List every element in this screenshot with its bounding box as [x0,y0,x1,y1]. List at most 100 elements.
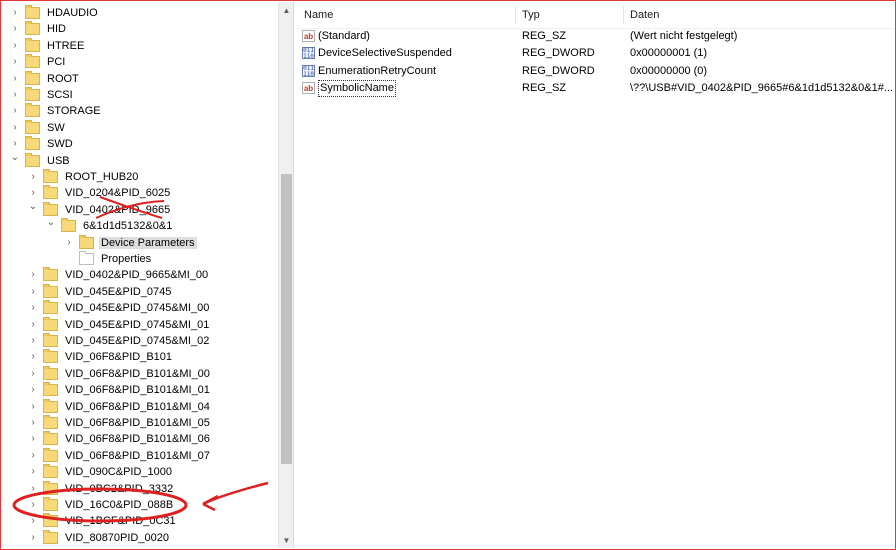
chevron-right-icon[interactable]: › [10,71,20,87]
column-header-type[interactable]: Typ [515,2,626,28]
chevron-right-icon[interactable]: › [28,169,38,185]
values-header: Name Typ Daten [297,2,894,29]
folder-icon [25,37,40,52]
column-header-data[interactable]: Daten [623,2,890,28]
tree-item[interactable]: › ROOT [10,70,81,87]
tree-item-label: Properties [101,253,152,265]
tree-item[interactable]: ⌄ USB [10,152,72,169]
tree-item[interactable]: › VID_06F8&PID_B101&MI_00 [28,365,212,382]
folder-icon [43,333,58,347]
chevron-right-icon[interactable]: › [10,21,20,37]
tree-item[interactable]: › STORAGE [10,103,103,119]
chevron-right-icon[interactable]: › [28,448,38,464]
value-row[interactable]: ab (Standard) REG_SZ (Wert nicht festgelegt… [297,28,894,45]
tree-item[interactable]: › VID_045E&PID_0745&MI_01 [28,316,211,333]
registry-values-pane[interactable]: Name Typ Daten ab (Standard) REG_SZ (Wert n… [297,2,894,548]
tree-item[interactable]: › VID_06F8&PID_B101&MI_01 [28,382,212,398]
chevron-right-icon[interactable]: › [28,399,38,415]
folder-icon [25,5,40,19]
tree-item-label: HTREE [47,39,85,52]
scroll-up-icon[interactable]: ▲ [279,2,293,18]
tree-item[interactable]: › SW [10,119,67,136]
chevron-right-icon[interactable]: › [28,513,38,529]
tree-vertical-scrollbar[interactable]: ▲ ▼ [278,2,293,548]
folder-icon [25,136,40,151]
chevron-right-icon[interactable]: › [28,431,38,447]
chevron-right-icon[interactable]: › [28,382,38,398]
tree-item[interactable]: › SCSI [10,87,75,103]
chevron-down-icon[interactable]: ⌄ [46,218,56,234]
tree-item[interactable]: › HID [10,21,68,37]
tree-item[interactable]: › VID_045E&PID_0745&MI_02 [28,333,211,349]
folder-icon [43,464,58,479]
chevron-right-icon[interactable]: › [10,120,20,136]
chevron-right-icon[interactable]: › [28,333,38,349]
chevron-right-icon[interactable]: › [28,185,38,201]
tree-item-label: VID_06F8&PID_B101&MI_05 [65,417,210,429]
tree-item[interactable]: › ROOT_HUB20 [28,169,140,185]
tree-item[interactable]: › HDAUDIO [10,5,100,21]
chevron-down-icon[interactable]: ⌄ [28,201,38,218]
folder-icon [43,365,58,380]
tree-item[interactable]: › VID_0204&PID_6025 [28,185,172,201]
tree-item[interactable]: › VID_06F8&PID_B101&MI_07 [28,447,212,464]
chevron-right-icon[interactable]: › [10,5,20,21]
value-row[interactable]: ab SymbolicName REG_SZ \??\USB#VID_0402&PID… [297,80,894,98]
chevron-right-icon[interactable]: › [28,267,38,283]
folder-icon [25,152,40,167]
tree-item[interactable]: › VID_06F8&PID_B101 [28,349,174,365]
tree-item-label: VID_045E&PID_0745 [65,285,172,298]
chevron-right-icon[interactable]: › [28,415,38,431]
folder-icon [25,21,40,36]
tree-item-label: HDAUDIO [47,7,98,19]
tree-item[interactable]: › VID_0BC2&PID_3332 [28,480,175,497]
tree-item[interactable]: ⌄ VID_0402&PID_9665 [28,201,172,218]
chevron-right-icon[interactable]: › [10,87,20,103]
tree-item[interactable]: › VID_06F8&PID_B101&MI_06 [28,431,212,447]
chevron-down-icon[interactable]: ⌄ [10,152,20,169]
string-value-icon: ab [302,82,315,95]
tree-item[interactable]: › VID_06F8&PID_B101&MI_05 [28,415,212,431]
tree-item[interactable]: › PCI [10,54,67,70]
tree-item[interactable]: Properties [64,251,153,267]
tree-item[interactable]: › VID_16C0&PID_088B [28,497,175,513]
tree-item[interactable]: › SWD [10,136,75,152]
chevron-right-icon[interactable]: › [28,366,38,382]
chevron-right-icon[interactable]: › [10,38,20,54]
chevron-right-icon[interactable]: › [28,481,38,497]
value-row[interactable]: 011 110 DeviceSelectiveSuspended REG_DWORD… [297,45,894,62]
tree-item[interactable]: › VID_06F8&PID_B101&MI_04 [28,398,212,415]
column-header-name[interactable]: Name [297,2,518,28]
folder-icon [43,447,58,462]
chevron-right-icon[interactable]: › [28,530,38,546]
tree-item[interactable]: › VID_80870PID_0020 [28,529,171,546]
folder-icon [25,103,40,118]
folder-icon [25,87,40,101]
chevron-right-icon[interactable]: › [28,349,38,365]
tree-item-label: VID_090C&PID_1000 [65,466,173,479]
chevron-right-icon[interactable]: › [28,300,38,316]
tree-item[interactable]: › HTREE [10,37,86,54]
registry-tree-pane[interactable]: › HDAUDIO › HID › HTREE › PCI › ROOT › SCSI › STORAGE… [2,2,294,548]
tree-item[interactable]: ⌄ 6&1d1d5132&0&1 [46,218,174,234]
scroll-down-icon[interactable]: ▼ [279,532,293,548]
chevron-right-icon[interactable]: › [10,103,20,119]
scrollbar-thumb[interactable] [281,174,292,464]
value-name: SymbolicName [318,80,396,98]
tree-item[interactable]: › VID_045E&PID_0745 [28,283,173,300]
tree-item[interactable]: › VID_1BCF&PID_0C31 [28,513,178,529]
tree-item[interactable]: › VID_0402&PID_9665&MI_00 [28,267,210,283]
chevron-right-icon[interactable]: › [28,284,38,300]
chevron-right-icon[interactable]: › [64,235,74,251]
chevron-right-icon[interactable]: › [28,497,38,513]
value-row[interactable]: 011 110 EnumerationRetryCount REG_DWORD 0x0… [297,63,894,80]
folder-icon [43,201,58,216]
tree-item[interactable]: › VID_090C&PID_1000 [28,464,174,480]
chevron-right-icon[interactable]: › [28,317,38,333]
tree-item[interactable]: › Device Parameters [64,234,197,251]
chevron-right-icon[interactable]: › [10,136,20,152]
chevron-right-icon[interactable]: › [28,464,38,480]
chevron-right-icon[interactable]: › [10,54,20,70]
tree-item-label: HID [47,23,66,36]
tree-item[interactable]: › VID_045E&PID_0745&MI_00 [28,300,211,316]
